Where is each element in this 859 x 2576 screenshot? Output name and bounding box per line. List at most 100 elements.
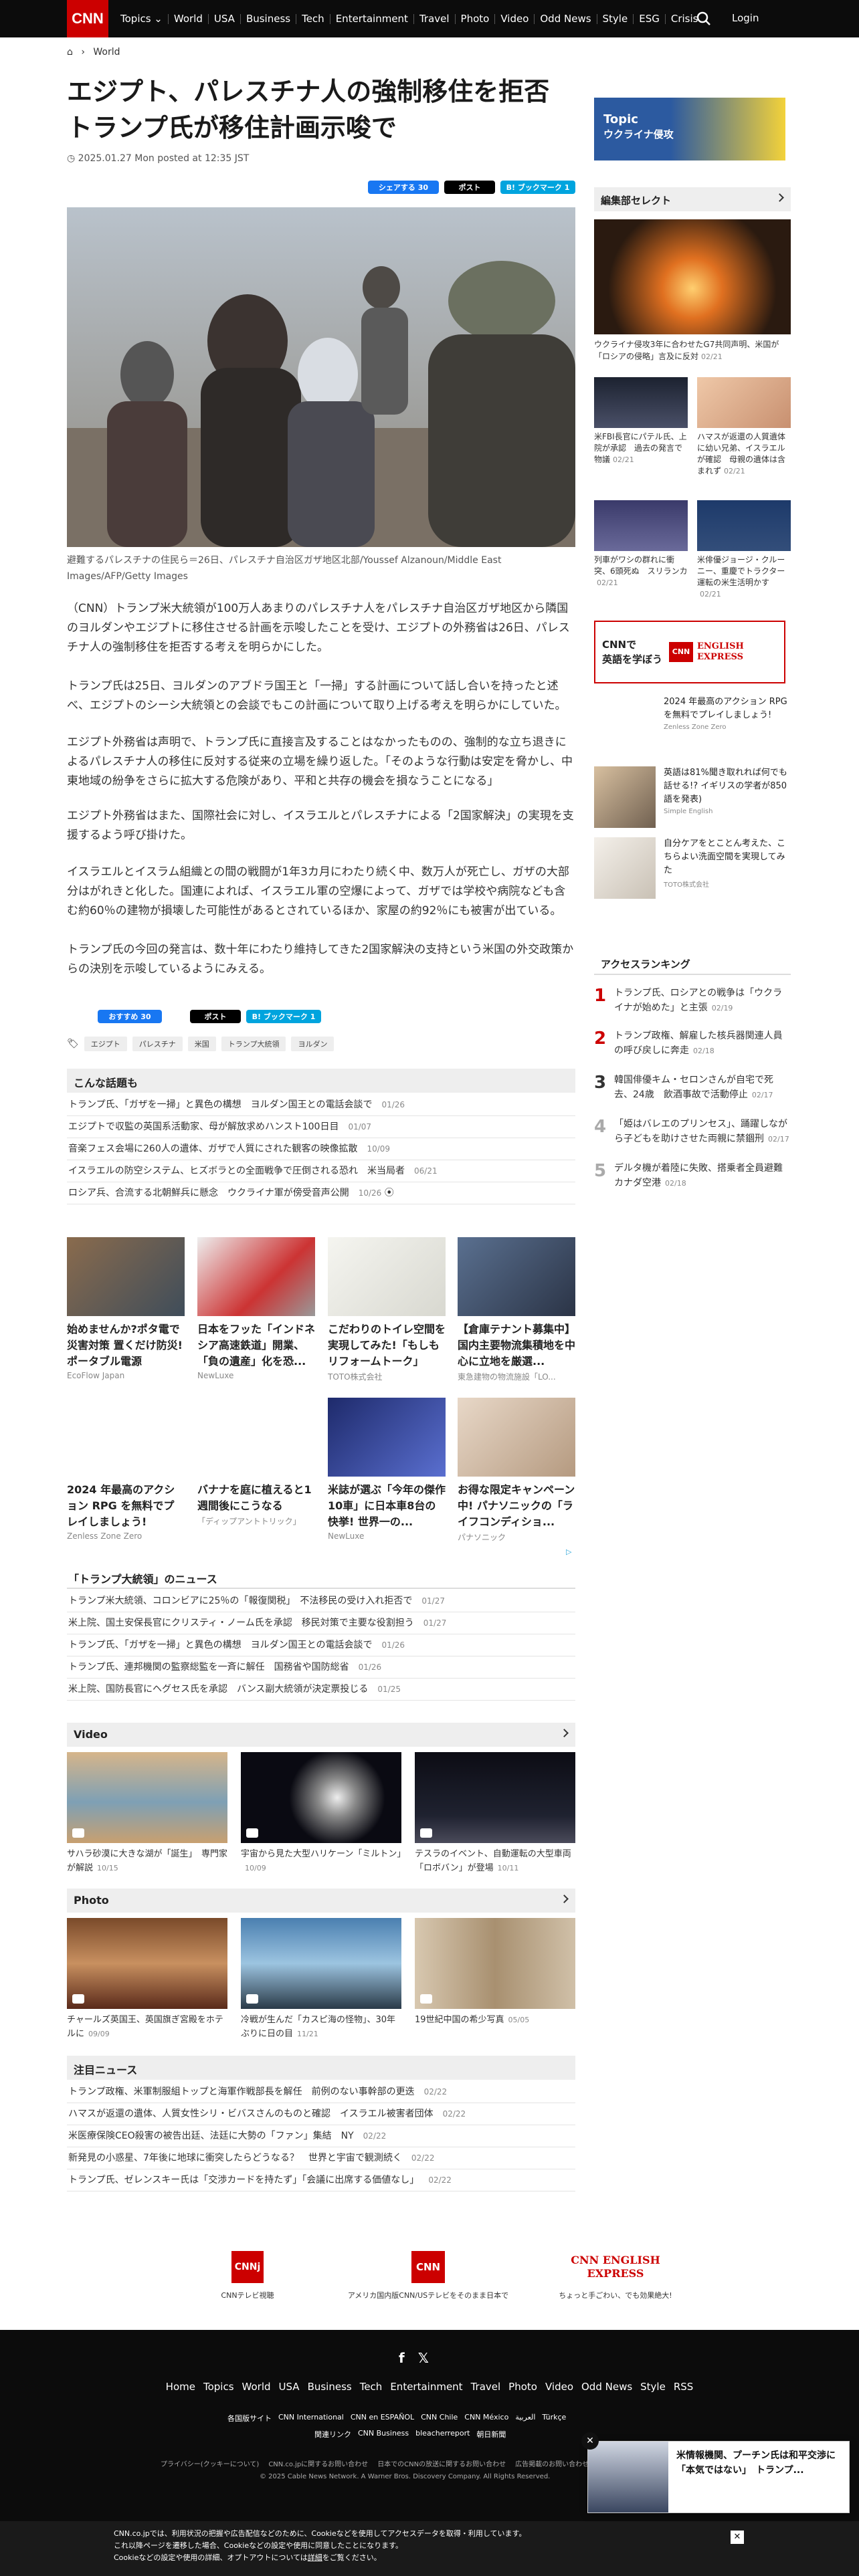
cnn-logo[interactable]: CNN (67, 0, 108, 37)
login-link[interactable]: Login (732, 12, 759, 24)
footer-nav-item[interactable]: Odd News (581, 2381, 632, 2393)
footer-link[interactable]: 朝日新聞 (476, 2429, 506, 2440)
ranking-item[interactable]: 3 韓国俳優キム・セロンさんが自宅で死去、24歳 飲酒事故で活動停止 02/17 (594, 1073, 791, 1103)
footer-nav-item[interactable]: USA (279, 2381, 300, 2393)
nav-item[interactable]: Travel (414, 13, 456, 24)
promo-cnnj[interactable]: CNNj CNNテレビ視聴 (201, 2251, 294, 2300)
sponsored-side[interactable]: 英語は81%聞き取れれば何でも話せる!? イギリスの学者が850語を発表) Sim… (594, 766, 791, 828)
footer-link[interactable]: 日本でのCNNの放送に関するお問い合わせ (377, 2458, 506, 2468)
nav-item[interactable]: Odd News (535, 13, 597, 24)
list-item[interactable]: 米上院、国防長官にヘグセス氏を承認 バンス副大統領が決定票投じる 01/25 (67, 1679, 575, 1701)
list-item[interactable]: 米医療保険CEO殺害の被告出廷、法廷に大勢の「ファン」集結 NY 02/22 (67, 2125, 575, 2147)
editor-select-heading[interactable]: 編集部セレクト (594, 187, 791, 211)
x-post-button[interactable]: ポスト (190, 1010, 241, 1023)
video-card[interactable]: サハラ砂漠に大きな湖が「誕生」 専門家が解説 10/15 (67, 1752, 227, 1875)
list-item[interactable]: トランプ米大統領、コロンビアに25％の「報復関税」 不法移民の受け入れ拒否で 01… (67, 1590, 575, 1612)
footer-nav-item[interactable]: Video (545, 2381, 573, 2393)
sponsored-side[interactable]: 2024 年最高のアクション RPG を無料でプレイしましょう! Zenless … (594, 695, 791, 757)
list-item[interactable]: トランプ氏、ゼレンスキー氏は「交渉カードを持たず」「会議に出席する価値なし」 02… (67, 2169, 575, 2191)
nav-item[interactable]: World (169, 13, 209, 24)
tag[interactable]: トランプ大統領 (221, 1037, 286, 1051)
photo-card[interactable]: チャールズ英国王、英国旗ぎ宮殿をホテルに 09/09 (67, 1918, 227, 2041)
footer-link[interactable]: CNN México (464, 2413, 508, 2424)
list-item[interactable]: エジプトで収監の英国系活動家、母が解放求めハンスト100日目 01/07 (67, 1116, 575, 1138)
list-item[interactable]: 米上院、国土安保長官にクリスティ・ノーム氏を承認 移民対策で主要な役割担う 01/… (67, 1612, 575, 1634)
sponsored-ad[interactable]: 米誌が選ぶ「今年の傑作10車」に日本車8台の快挙! 世界一の... NewLuxe (328, 1398, 446, 1541)
video-card[interactable]: テスラのイベント、自動運転の大型車両「ロボバン」が登場 10/11 (415, 1752, 575, 1875)
tag[interactable]: パレスチナ (132, 1037, 183, 1051)
x-icon[interactable]: 𝕏 (418, 2350, 429, 2366)
sponsored-side[interactable]: 自分ケアをとことん考えた、こちらよい洗面空間を実現してみた TOTO株式会社 (594, 837, 791, 899)
footer-nav-item[interactable]: Business (308, 2381, 352, 2393)
editor-main-story[interactable]: ウクライナ侵攻3年に合わせたG7共同声明、米国が「ロシアの侵略」言及に反対 02/… (594, 219, 791, 363)
footer-nav-item[interactable]: Photo (508, 2381, 537, 2393)
nav-item[interactable]: Entertainment (330, 13, 414, 24)
footer-nav-item[interactable]: Entertainment (390, 2381, 462, 2393)
ranking-item[interactable]: 1 トランプ氏、ロシアとの戦争は「ウクライナが始めた」と主張 02/19 (594, 986, 791, 1016)
footer-link[interactable]: العربية (515, 2413, 535, 2424)
footer-link[interactable]: Türkçe (542, 2413, 566, 2424)
editor-grid-item[interactable]: ハマスが返還の人質遺体に幼い兄弟、イスラエルが確認 母親の遺体は含まれず 02/2… (697, 377, 791, 477)
editor-grid-item[interactable]: 列車がワシの群れに衝突、6頭死ぬ スリランカ02/21 (594, 500, 688, 588)
nav-item[interactable]: USA (209, 13, 241, 24)
facebook-icon[interactable]: f (399, 2350, 405, 2366)
sponsored-ad[interactable]: 日本をフッた「インドネシア高速鉄道」開業、「負の遺産」化を恐... NewLuxe (197, 1237, 315, 1380)
promo-english-express[interactable]: CNN ENGLISH EXPRESS ちょっと手ごわい、でも効果絶大! (549, 2251, 682, 2300)
home-icon[interactable]: ⌂ (67, 47, 73, 58)
footer-link[interactable]: プライバシー(クッキーについて) (161, 2458, 259, 2468)
footer-link[interactable]: 広告掲載のお問い合わせ (515, 2458, 589, 2468)
footer-nav-item[interactable]: World (242, 2381, 271, 2393)
list-item[interactable]: 新発見の小惑星、7年後に地球に衝突したらどうなる？ 世界と宇宙で観測続く 02/2… (67, 2147, 575, 2169)
editor-grid-item[interactable]: 米FBI長官にパテル氏、上院が承認 過去の発言で物議 02/21 (594, 377, 688, 465)
sponsored-ad[interactable]: お得な限定キャンペーン中! パナソニックの「ライフコンディショ... パナソニック (458, 1398, 575, 1543)
nav-item[interactable]: Photo (456, 13, 496, 24)
cookie-close-icon[interactable]: ✕ (731, 2531, 744, 2544)
photo-heading[interactable]: Photo (67, 1889, 575, 1913)
search-icon[interactable] (696, 11, 712, 27)
ranking-item[interactable]: 2 トランプ政権、解雇した核兵器関連人員の呼び戻しに奔走 02/18 (594, 1029, 791, 1059)
footer-nav-item[interactable]: Travel (471, 2381, 501, 2393)
nav-item[interactable]: Tech (296, 13, 330, 24)
topic-banner[interactable]: Topic ウクライナ侵攻 (594, 98, 785, 160)
list-item[interactable]: 音楽フェス会場に260人の遺体、ガザで人質にされた観客の映像拡散 10/09 (67, 1138, 575, 1160)
video-card[interactable]: 宇宙から見た大型ハリケーン「ミルトン」10/09 (241, 1752, 405, 1875)
nav-item[interactable]: Business (241, 13, 297, 24)
popup-close-button[interactable]: ✕ (581, 2432, 599, 2450)
footer-nav-item[interactable]: Home (166, 2381, 195, 2393)
footer-nav-item[interactable]: Style (640, 2381, 666, 2393)
list-item[interactable]: ロシア兵、合流する北朝鮮兵に懸念 ウクライナ軍が傍受音声公開 10/26 ⦿ (67, 1182, 575, 1204)
sponsored-ad[interactable]: こだわりのトイレ空間を実現してみた!「もしもリフォームトーク」 TOTO株式会社 (328, 1237, 446, 1382)
footer-link[interactable]: CNN Business (358, 2429, 409, 2440)
photo-card[interactable]: 冷戦が生んだ「カスピ海の怪物」、30年ぶりに日の目 11/21 (241, 1918, 401, 2041)
sponsored-ad[interactable]: 【倉庫テナント募集中】国内主要物流集積地を中心に立地を厳選... 東急建物の物流施… (458, 1237, 575, 1382)
facebook-share-button[interactable]: おすすめ 30 (98, 1010, 162, 1023)
ranking-item[interactable]: 5 デルタ機が着陸に失敗、搭乗者全員避難 カナダ空港 02/18 (594, 1161, 792, 1191)
english-express-ad[interactable]: CNNで 英語を学ぼう CNN ENGLISH EXPRESS (594, 621, 785, 683)
news-popup[interactable]: ✕ 米情報機関、プーチン氏は和平交渉に「本気ではない」 トランプ... (581, 2432, 850, 2513)
list-item[interactable]: トランプ政権、米軍制服組トップと海軍作戦部長を解任 前例のない事幹部の更迭 02/… (67, 2081, 575, 2103)
list-item[interactable]: トランプ氏、「ガザを一掃」と異色の構想 ヨルダン国王との電話会談で 01/26 (67, 1634, 575, 1656)
sponsored-ad[interactable]: 2024 年最高のアクション RPG を無料でプレイしましょう! Zenless … (67, 1398, 185, 1541)
nav-item[interactable]: Topics ⌄ (115, 13, 169, 24)
x-post-button[interactable]: ポスト (444, 181, 495, 194)
list-item[interactable]: トランプ氏、連邦機関の監察総監を一斉に解任 国務省や国防総省 01/26 (67, 1656, 575, 1679)
list-item[interactable]: イスラエルの防空システム、ヒズボラとの全面戦争で圧倒される恐れ 米当局者 06/2… (67, 1160, 575, 1182)
hatena-bookmark-button[interactable]: B! ブックマーク 1 (246, 1010, 321, 1023)
ad-choices-icon[interactable]: ▷ (566, 1547, 571, 1556)
nav-item[interactable]: ESG (634, 13, 666, 24)
footer-nav-item[interactable]: Tech (360, 2381, 383, 2393)
promo-cnn-us[interactable]: CNN アメリカ国内版CNN/USテレビをそのまま日本で (335, 2251, 522, 2300)
video-heading[interactable]: Video (67, 1723, 575, 1747)
list-item[interactable]: ハマスが返還の遺体、人質女性シリ・ビバスさんのものと確認 イスラエル被害者団体 0… (67, 2103, 575, 2125)
facebook-share-button[interactable]: シェアする 30 (368, 181, 439, 194)
footer-nav-item[interactable]: RSS (674, 2381, 693, 2393)
editor-grid-item[interactable]: 米俳優ジョージ・クルーニー、重慶でトラクター運転の米生活明かす02/21 (697, 500, 791, 600)
ranking-item[interactable]: 4 「姫はバレエのプリンセス」、踊躍しながら子どもを助けさせた両親に禁錮刑 02/1… (594, 1117, 791, 1147)
footer-link[interactable]: CNN en ESPAÑOL (351, 2413, 414, 2424)
footer-nav-item[interactable]: Topics (203, 2381, 234, 2393)
nav-item[interactable]: Style (597, 13, 634, 24)
tag[interactable]: ヨルダン (291, 1037, 335, 1051)
tag[interactable]: 米国 (187, 1037, 216, 1051)
cookie-detail-link[interactable]: 詳細 (308, 2553, 322, 2562)
list-item[interactable]: トランプ氏、「ガザを一掃」と異色の構想 ヨルダン国王との電話会談で 01/26 (67, 1094, 575, 1116)
